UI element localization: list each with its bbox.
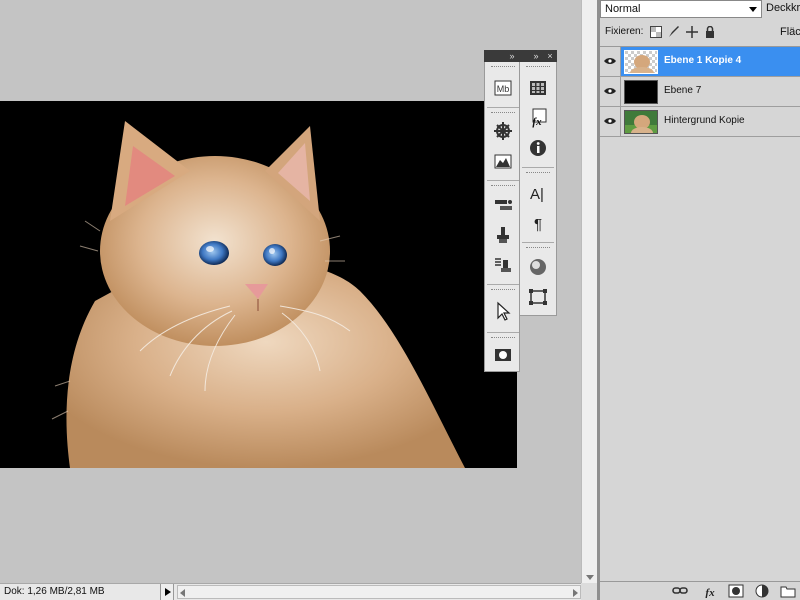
adjustment-icon[interactable] [754,584,770,598]
panel-column-left: Mb [484,62,520,372]
lock-row: Fixieren: Fläche [600,20,800,44]
column-grip[interactable] [491,289,515,292]
svg-text:Mb: Mb [497,84,510,94]
character-icon[interactable]: A| [527,182,549,204]
layers-footer: fx [600,581,800,600]
lock-label: Fixieren: [605,26,644,37]
swatches-icon[interactable] [527,77,549,99]
minibridge-icon[interactable]: Mb [492,77,514,99]
lock-transparency-icon[interactable] [650,26,662,38]
column-grip[interactable] [491,185,515,188]
scroll-down-icon[interactable] [586,575,594,580]
floating-panel-dock: » » × Mb fx A| ¶ [484,50,557,372]
status-menu-button[interactable] [160,584,174,600]
visibility-toggle[interactable] [600,77,621,106]
svg-text:fx: fx [532,116,542,128]
visibility-toggle[interactable] [600,107,621,136]
lock-position-icon[interactable] [686,26,698,38]
blend-mode-select[interactable]: Normal [600,0,762,18]
opacity-label: Deckkraft [766,2,800,14]
info-icon[interactable] [527,137,549,159]
3d-icon[interactable] [527,256,549,278]
play-icon [165,588,171,596]
fill-label: Fläche [780,26,800,38]
histogram-icon[interactable] [492,150,514,172]
transform-icon[interactable] [527,286,549,308]
layer-row[interactable]: Ebene 7 [600,77,800,107]
layer-thumbnail[interactable] [624,50,658,74]
svg-text:A|: A| [530,186,544,203]
eye-icon [604,118,616,124]
column-grip[interactable] [526,172,550,175]
layer-list: Ebene 1 Kopie 4 Ebene 7 Hintergrund Kopi… [600,46,800,581]
column-grip[interactable] [526,66,550,69]
column-grip[interactable] [491,337,515,340]
layer-thumbnail[interactable] [624,110,658,134]
layer-name: Ebene 1 Kopie 4 [664,55,742,66]
cursor-icon[interactable] [492,300,514,322]
lock-pixels-icon[interactable] [668,26,680,38]
layer-name: Hintergrund Kopie [664,115,745,126]
blend-mode-value: Normal [605,3,641,15]
vertical-scrollbar[interactable] [581,0,597,583]
collapse-right-button[interactable]: » [530,50,542,62]
new-group-icon[interactable] [780,584,796,598]
layer-name: Ebene 7 [664,85,702,96]
scroll-left-icon[interactable] [180,589,185,597]
chevron-down-icon [749,7,757,12]
fx-icon[interactable]: fx [702,584,718,598]
scroll-right-icon[interactable] [573,589,578,597]
layer-row[interactable]: Hintergrund Kopie [600,107,800,137]
column-grip[interactable] [526,247,550,250]
visibility-toggle[interactable] [600,47,621,76]
mask-icon[interactable] [492,344,514,366]
column-grip[interactable] [491,66,515,69]
mask-icon[interactable] [728,584,744,598]
panel-column-right: fx A| ¶ [520,62,557,316]
svg-text:fx: fx [705,587,715,598]
document-image[interactable] [0,101,517,468]
collapse-left-button[interactable]: » [506,50,518,62]
layer-row[interactable]: Ebene 1 Kopie 4 [600,47,800,77]
svg-text:¶: ¶ [534,216,542,233]
clone-source-icon[interactable] [492,224,514,246]
close-panel-button[interactable]: × [544,50,556,62]
panel-dock-header[interactable]: » » × [484,50,557,62]
kitten-photo [0,101,517,468]
layers-panel: Normal Deckkraft Fixieren: Fläche Ebene … [600,0,800,600]
styles-icon[interactable]: fx [527,107,549,129]
layer-thumbnail[interactable] [624,80,658,104]
eye-icon [604,88,616,94]
brush-presets-icon[interactable] [492,194,514,216]
tool-presets-icon[interactable] [492,254,514,276]
lock-all-icon[interactable] [704,26,716,38]
scroll-corner [581,583,597,600]
eye-icon [604,58,616,64]
column-grip[interactable] [491,112,515,115]
paragraph-icon[interactable]: ¶ [527,212,549,234]
link-icon[interactable] [672,584,688,598]
status-bar: Dok: 1,26 MB/2,81 MB [0,583,581,600]
document-size-info: Dok: 1,26 MB/2,81 MB [4,586,105,597]
navigator-icon[interactable] [492,120,514,142]
horizontal-scrollbar[interactable] [177,585,581,599]
